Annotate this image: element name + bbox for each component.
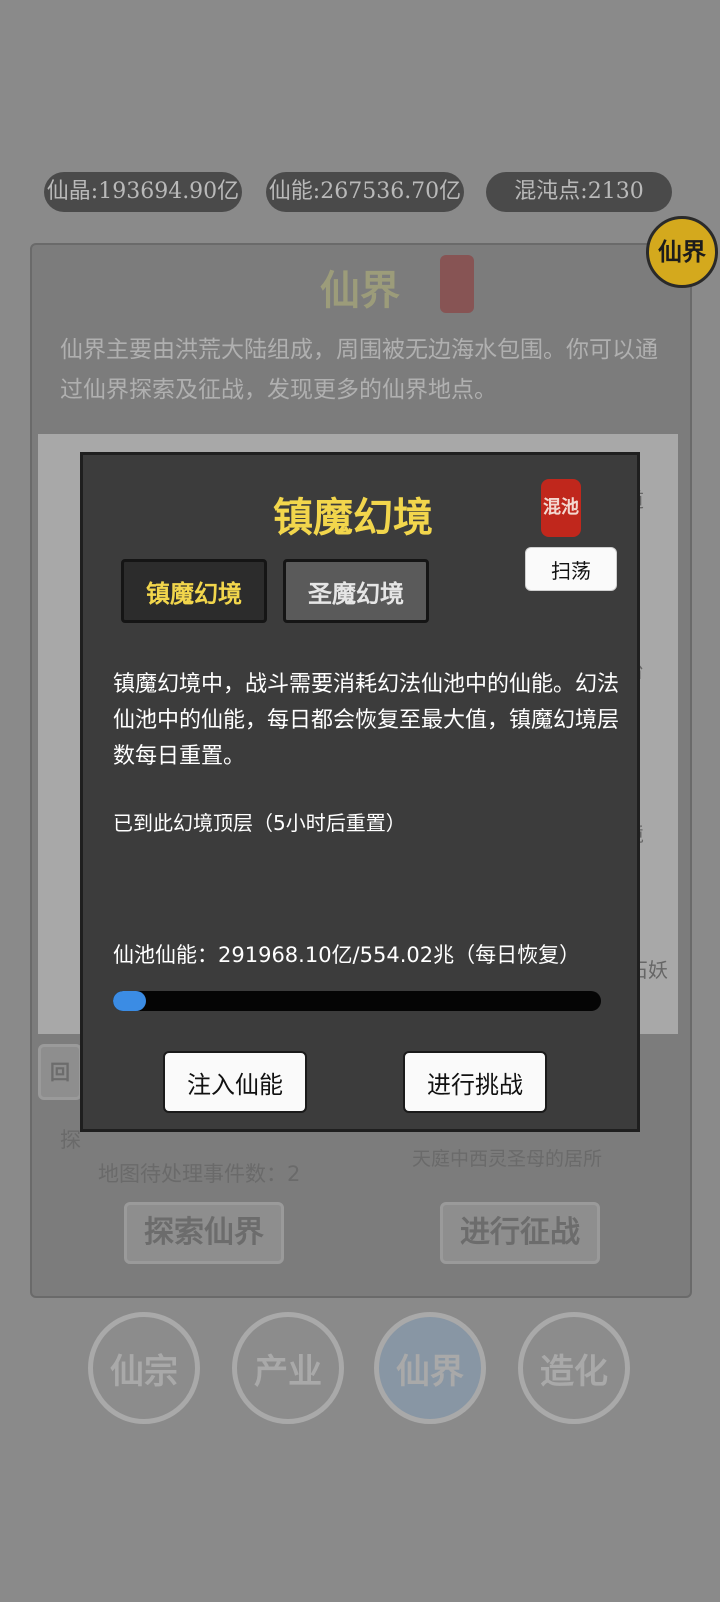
challenge-button[interactable]: 进行挑战: [403, 1051, 547, 1113]
nav-sect-button[interactable]: 仙宗: [88, 1312, 200, 1424]
realm-badge-icon[interactable]: 仙界: [646, 216, 718, 288]
panel-seal-icon: [440, 255, 474, 313]
pending-events: 地图待处理事件数：2: [98, 1162, 301, 1186]
dialog-description: 镇魔幻境中，战斗需要消耗幻法仙池中的仙能。幻法仙池中的仙能，每日都会恢复至最大值…: [113, 672, 620, 769]
nav-industry-button[interactable]: 产业: [232, 1312, 344, 1424]
sweep-button[interactable]: 扫荡: [525, 547, 617, 591]
crystal-resource: 仙晶:193694.90亿: [44, 172, 242, 212]
chaos-seal-icon: 混池: [541, 479, 581, 537]
pool-energy-label: 仙池仙能：291968.10亿/554.02兆（每日恢复）: [113, 943, 581, 967]
chaos-resource: 混沌点:2130: [486, 172, 672, 212]
inject-energy-button[interactable]: 注入仙能: [163, 1051, 307, 1113]
nav-creation-button[interactable]: 造化: [518, 1312, 630, 1424]
pool-progress-fill: [113, 991, 146, 1011]
floor-status: 已到此幻境顶层（5小时后重置）: [113, 811, 406, 835]
nav-realm-button[interactable]: 仙界: [374, 1312, 486, 1424]
dialog-title: 镇魔幻境: [273, 494, 433, 541]
location-hint: 天庭中西灵圣母的居所: [412, 1148, 603, 1170]
explore-label: 探: [60, 1128, 81, 1152]
panel-title: 仙界: [320, 267, 400, 314]
tab-suppress-demon[interactable]: 镇魔幻境: [121, 559, 267, 623]
pool-progress-bar: [113, 991, 601, 1011]
panel-description: 仙界主要由洪荒大陆组成，周围被无边海水包围。你可以通过仙界探索及征战，发现更多的…: [60, 337, 658, 403]
trial-dialog: 镇魔幻境 混池 镇魔幻境 圣魔幻境 扫荡 镇魔幻境中，战斗需要消耗幻法仙池中的仙…: [80, 452, 640, 1132]
tab-holy-demon[interactable]: 圣魔幻境: [283, 559, 429, 623]
energy-resource: 仙能:267536.70亿: [266, 172, 464, 212]
explore-realm-button[interactable]: 探索仙界: [124, 1202, 284, 1264]
back-button[interactable]: 回: [38, 1044, 82, 1100]
campaign-button[interactable]: 进行征战: [440, 1202, 600, 1264]
